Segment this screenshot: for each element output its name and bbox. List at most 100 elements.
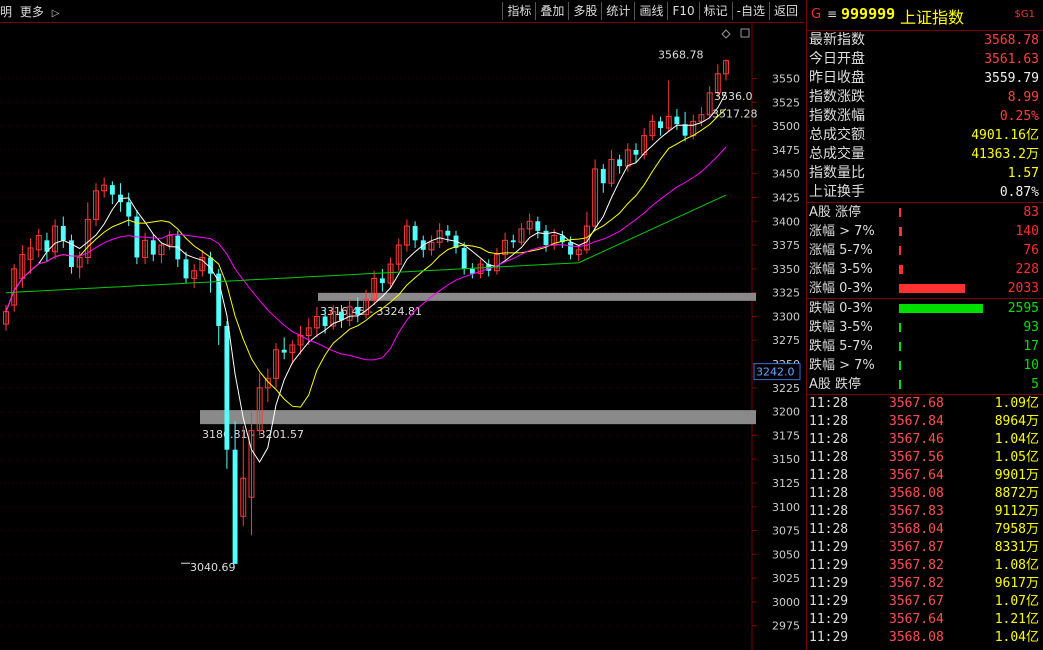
breadth-count: 83 (1023, 205, 1039, 220)
candle-body (682, 124, 688, 136)
ma-line-ma10 (5, 108, 727, 408)
candle-body (510, 240, 516, 243)
quote-label: 指数涨幅 (809, 108, 865, 124)
candle-body (281, 349, 287, 353)
breadth-row: 跌幅 > 7% 10 (807, 356, 1043, 375)
y-tick-label: 3325 (772, 287, 800, 300)
breadth-row: 跌幅 0-3% 2595 (807, 299, 1043, 318)
tick-volume: 1.04亿 (994, 630, 1039, 645)
tick-volume: 9901万 (994, 468, 1039, 483)
breadth-row: 涨幅 5-7% 76 (807, 241, 1043, 260)
tick-row: 11:28 3568.04 7958万 (807, 521, 1043, 539)
play-arrow-icon[interactable]: ▷ (52, 8, 60, 19)
breadth-bar (899, 361, 901, 370)
candle-body (445, 230, 451, 236)
breadth-label: A股 跌停 (809, 377, 862, 392)
tick-row: 11:28 3567.84 8964万 (807, 413, 1043, 431)
toolbar-button[interactable]: 标记 (698, 2, 732, 20)
tick-row: 11:28 3567.64 9901万 (807, 467, 1043, 485)
candle-body (461, 247, 467, 269)
toolbar-button[interactable]: -自选 (731, 2, 769, 20)
tick-price: 3567.46 (889, 432, 944, 447)
toolbar-button[interactable]: 返回 (768, 2, 802, 20)
candle-body (339, 311, 344, 321)
breadth-count: 228 (1015, 262, 1039, 277)
candle-body (674, 116, 680, 125)
group-g-label[interactable]: G (811, 7, 821, 22)
y-tick-label: 2975 (772, 620, 800, 633)
tick-price: 3568.04 (889, 522, 944, 537)
price-annotation: 3568.78 (658, 49, 704, 62)
breadth-row: A股 跌停 5 (807, 375, 1043, 394)
tick-time: 11:28 (809, 486, 849, 501)
candle-body (600, 168, 606, 184)
breadth-bar (899, 342, 901, 351)
breadth-bar (899, 284, 965, 293)
breadth-count: 93 (1023, 320, 1039, 335)
tick-price: 3567.67 (889, 594, 944, 609)
panel-header: G ≡ 999999 上证指数 $G1 (807, 0, 1043, 31)
quote-label: 指数量比 (809, 165, 865, 181)
candle-body (379, 278, 385, 284)
toolbar-button[interactable]: 指标 (502, 2, 535, 20)
tick-price: 3567.84 (889, 414, 944, 429)
quote-value: 0.25% (999, 109, 1039, 124)
breadth-bar (899, 323, 901, 332)
tick-price: 3568.08 (889, 630, 944, 645)
tick-volume: 9112万 (994, 504, 1039, 519)
y-tick-label: 3000 (772, 596, 800, 609)
tick-time: 11:29 (809, 558, 849, 573)
price-annotation: 3517.28 (712, 108, 758, 121)
toolbar-button[interactable]: 统计 (601, 2, 634, 20)
toolbar-left: 明 更多 ▷ (0, 3, 63, 20)
toolbar-button[interactable]: 多股 (568, 2, 601, 20)
menu-icon[interactable]: ≡ (827, 7, 837, 21)
quote-value: 3561.63 (984, 52, 1039, 67)
more-menu[interactable]: 更多 (20, 5, 44, 19)
tick-price: 3567.64 (889, 612, 944, 627)
breadth-row: 涨幅 > 7% 140 (807, 222, 1043, 241)
breadth-count: 76 (1023, 243, 1039, 258)
tick-list[interactable]: 11:28 3567.68 1.09亿 11:28 3567.84 8964万 11:28 3… (807, 395, 1043, 647)
security-code: 999999 (841, 5, 896, 23)
candle-body (322, 316, 328, 326)
y-tick-label: 3125 (772, 477, 800, 490)
tick-row: 11:29 3567.82 9617万 (807, 575, 1043, 593)
decline-stats: 跌幅 0-3% 2595 跌幅 3-5% 93 跌幅 5-7% 17 跌幅 > 7% 10 A股… (807, 299, 1043, 395)
tick-row: 11:28 3567.83 9112万 (807, 503, 1043, 521)
toolbar-button[interactable]: F10 (667, 2, 698, 20)
tick-volume: 1.09亿 (994, 396, 1039, 411)
toolbar-button[interactable]: 叠加 (535, 2, 568, 20)
toolbar-button[interactable]: 画线 (634, 2, 667, 20)
tick-volume: 1.05亿 (994, 450, 1039, 465)
tick-volume: 1.08亿 (994, 558, 1039, 573)
tick-time: 11:28 (809, 450, 849, 465)
support-zone-label: 3186.81 - 3201.57 (202, 428, 304, 441)
tick-time: 11:29 (809, 612, 849, 627)
candle-body (60, 226, 66, 241)
tick-price: 3567.83 (889, 504, 944, 519)
group-flag[interactable]: $G1 (1015, 9, 1035, 20)
breadth-row: 跌幅 3-5% 93 (807, 318, 1043, 337)
breadth-bar (899, 246, 901, 255)
tick-time: 11:29 (809, 594, 849, 609)
quote-label: 总成交额 (809, 127, 865, 143)
candle-body (109, 185, 115, 195)
candle-body (126, 202, 132, 217)
quote-list: 最新指数 3568.78 今日开盘 3561.63 昨日收盘 3559.79 指数涨跌 8.9… (807, 31, 1043, 203)
y-tick-label: 3100 (772, 501, 800, 514)
quote-value: 41363.2万 (971, 147, 1039, 162)
y-tick-label: 3375 (772, 239, 800, 252)
quote-row: 总成交量 41363.2万 (807, 145, 1043, 164)
breadth-row: A股 涨停 83 (807, 203, 1043, 222)
tick-volume: 9617万 (994, 576, 1039, 591)
quote-row: 今日开盘 3561.63 (807, 50, 1043, 69)
tick-row: 11:29 3567.67 1.07亿 (807, 593, 1043, 611)
candlestick-chart[interactable]: 2975 3000 3025 3050 3075 3100 3125 3150 3175 3200… (0, 0, 806, 650)
candle-body (183, 259, 189, 279)
tick-row: 11:28 3567.56 1.05亿 (807, 449, 1043, 467)
y-tick-label: 3350 (772, 263, 800, 276)
tick-time: 11:28 (809, 432, 849, 447)
candle-body (617, 159, 623, 167)
quote-label: 指数涨跌 (809, 89, 865, 105)
